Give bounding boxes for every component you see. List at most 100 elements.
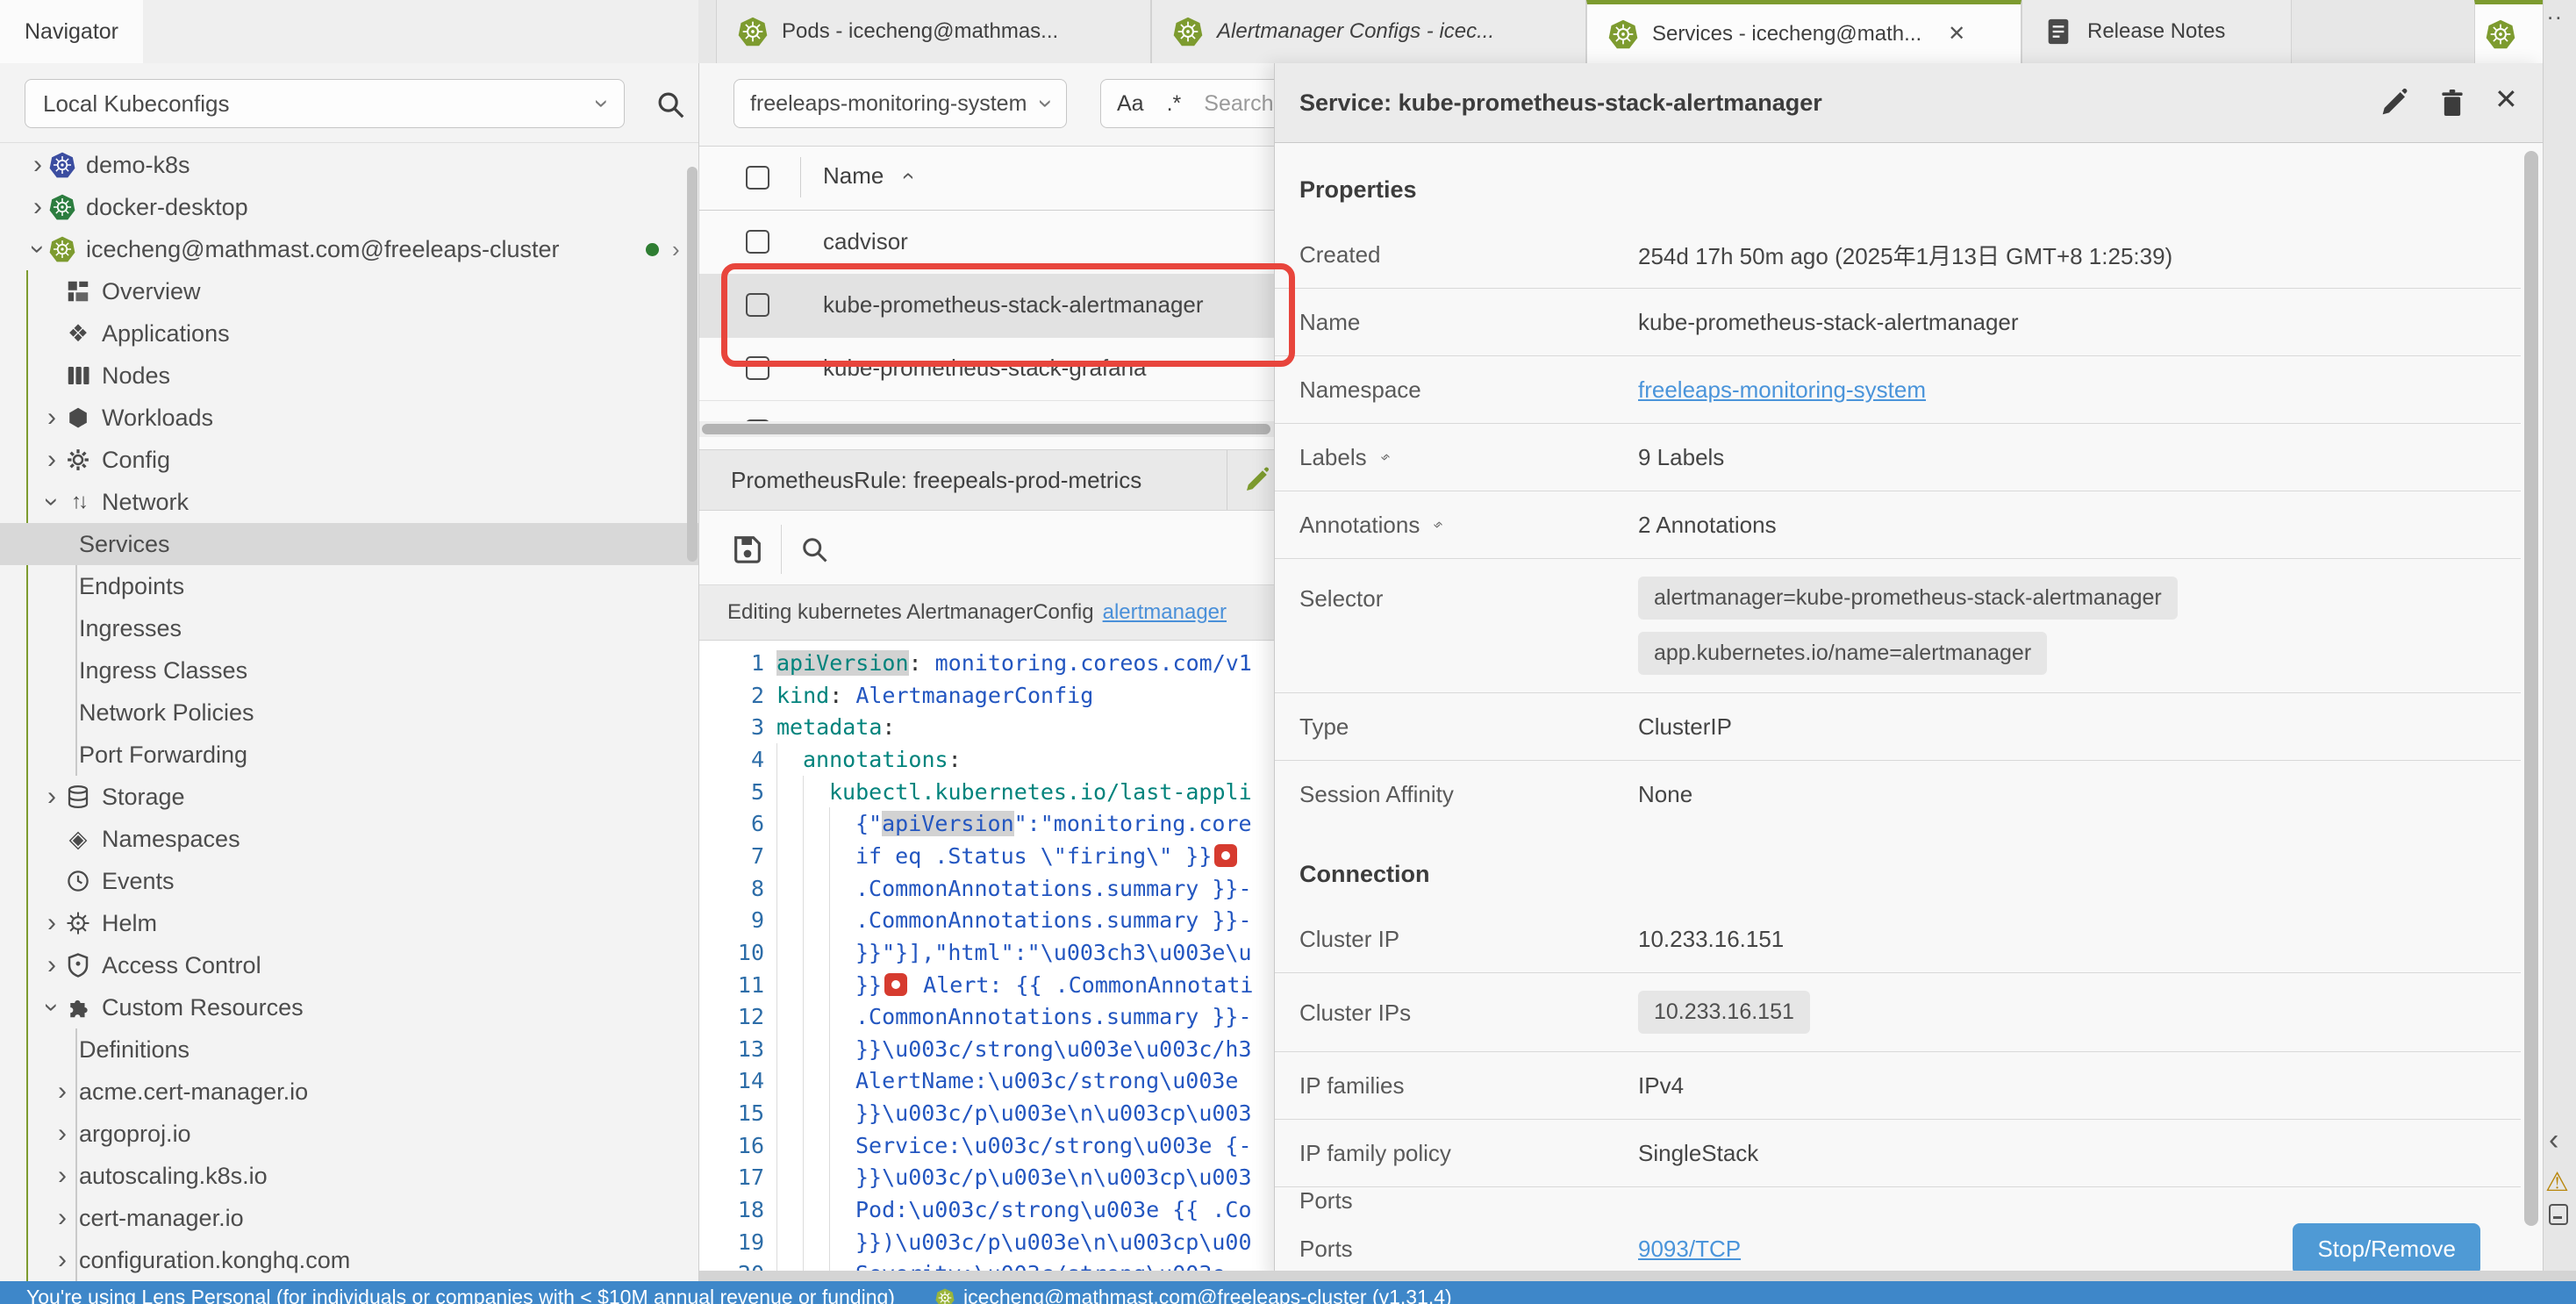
scrollbar-thumb[interactable]: [702, 424, 1270, 434]
sidebar-item-port-forwarding[interactable]: Port Forwarding: [0, 734, 698, 776]
port-link[interactable]: 9093/TCP: [1638, 1236, 1741, 1263]
close-icon[interactable]: ✕: [1948, 21, 1965, 47]
navigator-scrollbar[interactable]: [687, 167, 698, 562]
cluster-status[interactable]: icecheng@mathmast.com@freeleaps-cluster …: [935, 1286, 1452, 1304]
sidebar-item-network[interactable]: ›↑↓Network: [0, 481, 698, 523]
sidebar-item-autoscaling-k8s-io[interactable]: ›autoscaling.k8s.io: [0, 1155, 698, 1197]
warning-triangle-icon[interactable]: ⚠: [2545, 1167, 2569, 1198]
column-header-name[interactable]: Name ›: [823, 162, 911, 190]
sidebar-item-storage[interactable]: › Storage: [0, 776, 698, 818]
detail-row-label: Labels››: [1275, 444, 1638, 471]
chevron-down-icon[interactable]: ›: [40, 489, 63, 516]
sidebar-item-label: Overview: [102, 278, 201, 305]
label-text: Type: [1299, 713, 1349, 741]
delete-trash-icon[interactable]: [2435, 85, 2470, 120]
detail-row-ip-families: IP familiesIPv4: [1275, 1051, 2521, 1119]
sidebar-item-config[interactable]: › Config: [0, 439, 698, 481]
match-case-toggle[interactable]: Aa: [1117, 91, 1144, 117]
sort-updown-icon[interactable]: ››: [1432, 515, 1444, 534]
sidebar-item-definitions[interactable]: Definitions: [0, 1028, 698, 1071]
chevron-right-icon[interactable]: ›: [40, 910, 63, 937]
sidebar-item-ingresses[interactable]: Ingresses: [0, 607, 698, 649]
alertmanagerconfig-link[interactable]: alertmanager: [1103, 600, 1227, 625]
updown-icon: ↑↓: [65, 489, 91, 515]
note-box-icon[interactable]: [2549, 1204, 2568, 1225]
chevron-down-icon[interactable]: ›: [40, 994, 63, 1021]
chevron-right-icon[interactable]: ›: [26, 194, 49, 221]
tab-alertmanager-configs-ice[interactable]: Alertmanager Configs - icec...: [1151, 0, 1586, 63]
chevron-right-icon[interactable]: ›: [26, 152, 49, 179]
tab-release-notes[interactable]: Release Notes: [2021, 0, 2292, 63]
save-icon[interactable]: [730, 532, 765, 567]
sidebar-item-applications[interactable]: ❖Applications: [0, 312, 698, 355]
kubeconfig-select[interactable]: Local Kubeconfigs ›: [25, 79, 625, 128]
search-icon[interactable]: [654, 88, 687, 121]
chevron-right-icon[interactable]: ›: [40, 447, 63, 474]
row-checkbox[interactable]: [746, 230, 769, 254]
line-number: 11: [699, 972, 776, 998]
sort-updown-icon[interactable]: ››: [1379, 448, 1392, 467]
sidebar-item-helm[interactable]: › Helm: [0, 902, 698, 944]
label-text: Cluster IPs: [1299, 999, 1411, 1027]
edit-pencil-icon[interactable]: [2377, 85, 2412, 120]
sidebar-item-namespaces[interactable]: ◈Namespaces: [0, 818, 698, 860]
sidebar-item-ingress-classes[interactable]: Ingress Classes: [0, 649, 698, 691]
indent-guide: [776, 1226, 803, 1258]
bottom-scroll-strip[interactable]: [699, 1271, 2576, 1281]
sidebar-item-configuration-konghq-com[interactable]: ›configuration.konghq.com: [0, 1239, 698, 1281]
label-text: Namespace: [1299, 376, 1421, 404]
tab-navigator[interactable]: Navigator: [0, 0, 143, 63]
row-checkbox[interactable]: [746, 293, 769, 317]
chevron-right-icon[interactable]: ›: [40, 784, 63, 811]
detail-row-session-affinity: Session AffinityNone: [1275, 760, 2521, 828]
tab-pods-icecheng-mathmas-[interactable]: Pods - icecheng@mathmas...: [716, 0, 1151, 63]
chevron-down-icon[interactable]: ›: [26, 236, 49, 263]
chevron-right-icon[interactable]: ›: [672, 236, 680, 263]
detail-scrollbar[interactable]: [2524, 151, 2538, 1226]
edit-pencil-icon[interactable]: [1241, 464, 1273, 496]
sidebar-item-network-policies[interactable]: Network Policies: [0, 691, 698, 734]
collapse-chevron-left-icon[interactable]: ‹: [2549, 1123, 2558, 1157]
sidebar-item-docker-desktop[interactable]: › docker-desktop: [0, 186, 698, 228]
chevron-right-icon[interactable]: ›: [51, 1247, 74, 1274]
tab-services-icecheng-math-[interactable]: Services - icecheng@math...✕: [1586, 0, 2021, 63]
sidebar-item-cert-manager-io[interactable]: ›cert-manager.io: [0, 1197, 698, 1239]
namespace-select[interactable]: freeleaps-monitoring-system ›: [733, 79, 1067, 128]
sidebar-item-endpoints[interactable]: Endpoints: [0, 565, 698, 607]
sidebar-item-overview[interactable]: Overview: [0, 270, 698, 312]
find-icon[interactable]: [798, 534, 830, 565]
stop-remove-button[interactable]: Stop/Remove: [2293, 1223, 2480, 1275]
code-text: }}\u003c/p\u003e\n\u003cp\u003: [776, 1161, 1252, 1193]
sidebar-item-access-control[interactable]: ›Access Control: [0, 944, 698, 986]
row-checkbox[interactable]: [746, 356, 769, 380]
sidebar-item-nodes[interactable]: Nodes: [0, 355, 698, 397]
chevron-right-icon[interactable]: ›: [51, 1163, 74, 1190]
sidebar-item-custom-resources[interactable]: ›Custom Resources: [0, 986, 698, 1028]
sidebar-item-acme-cert-manager-io[interactable]: ›acme.cert-manager.io: [0, 1071, 698, 1113]
sidebar-item-services[interactable]: Services: [0, 523, 698, 565]
detail-row-value: 254d 17h 50m ago (2025年1月13日 GMT+8 1:25:…: [1638, 239, 2521, 271]
regex-toggle[interactable]: .*: [1167, 91, 1182, 117]
sidebar-item-icecheng-mathmast-com-freeleap[interactable]: › icecheng@mathmast.com@freeleaps-cluste…: [0, 228, 698, 270]
namespace-link[interactable]: freeleaps-monitoring-system: [1638, 376, 1926, 403]
select-all-checkbox[interactable]: [746, 166, 769, 190]
chevron-right-icon[interactable]: ›: [51, 1121, 74, 1148]
code-text: .CommonAnnotations.summary }}-: [776, 904, 1252, 936]
chevron-right-icon[interactable]: ›: [51, 1078, 74, 1106]
chevron-right-icon[interactable]: ›: [40, 405, 63, 432]
sidebar-item-events[interactable]: Events: [0, 860, 698, 902]
tab-partial-cluster[interactable]: [2474, 0, 2543, 63]
sidebar-item-argoproj-io[interactable]: ›argoproj.io: [0, 1113, 698, 1155]
sidebar-item-demo-k8s[interactable]: › demo-k8s: [0, 144, 698, 186]
chevron-right-icon[interactable]: ›: [51, 1205, 74, 1232]
close-icon[interactable]: ✕: [2494, 82, 2518, 116]
sidebar-item-workloads[interactable]: ›⬢Workloads: [0, 397, 698, 439]
indent-guide: [803, 1193, 829, 1226]
sidebar-item-label: Helm: [102, 910, 157, 937]
sidebar-item-label: Network Policies: [79, 699, 254, 727]
code-text: kind: AlertmanagerConfig: [776, 679, 1093, 712]
line-number: 9: [699, 907, 776, 933]
connected-status-dot: [646, 243, 659, 256]
chevron-right-icon[interactable]: ›: [40, 952, 63, 979]
code-token: :: [948, 747, 962, 772]
